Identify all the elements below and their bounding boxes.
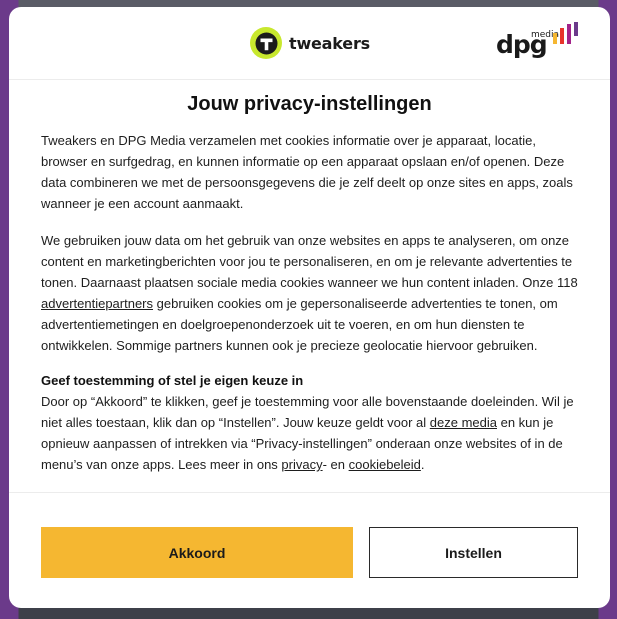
privacy-dialog: tweakers dpg media Jouw privacy-instelli… <box>9 7 610 608</box>
dpg-media-logo: dpg media <box>496 22 582 66</box>
consent-paragraph: Door op “Akkoord” te klikken, geef je to… <box>41 394 574 472</box>
consent-subheading: Geef toestemming of stel je eigen keuze … <box>41 373 304 388</box>
dialog-content: Jouw privacy-instellingen Tweakers en DP… <box>9 80 610 475</box>
accept-button[interactable]: Akkoord <box>41 527 353 578</box>
dialog-header: tweakers dpg media <box>9 7 610 80</box>
dialog-footer: Akkoord Instellen <box>9 492 610 608</box>
tweakers-logo: tweakers <box>250 27 370 59</box>
dpg-bars-icon <box>553 22 578 44</box>
advertising-partners-link[interactable]: advertentiepartners <box>41 296 153 311</box>
settings-button[interactable]: Instellen <box>369 527 578 578</box>
intro-paragraph: Tweakers en DPG Media verzamelen met coo… <box>41 133 573 211</box>
data-usage-paragraph: We gebruiken jouw data om het gebruik va… <box>41 233 578 353</box>
privacy-policy-link[interactable]: privacy <box>281 457 322 472</box>
cookie-policy-link[interactable]: cookiebeleid <box>349 457 421 472</box>
dialog-title: Jouw privacy-instellingen <box>187 93 432 115</box>
these-media-link[interactable]: deze media <box>430 415 497 430</box>
tweakers-wordmark: tweakers <box>289 33 370 53</box>
tweakers-logo-icon <box>250 27 282 59</box>
